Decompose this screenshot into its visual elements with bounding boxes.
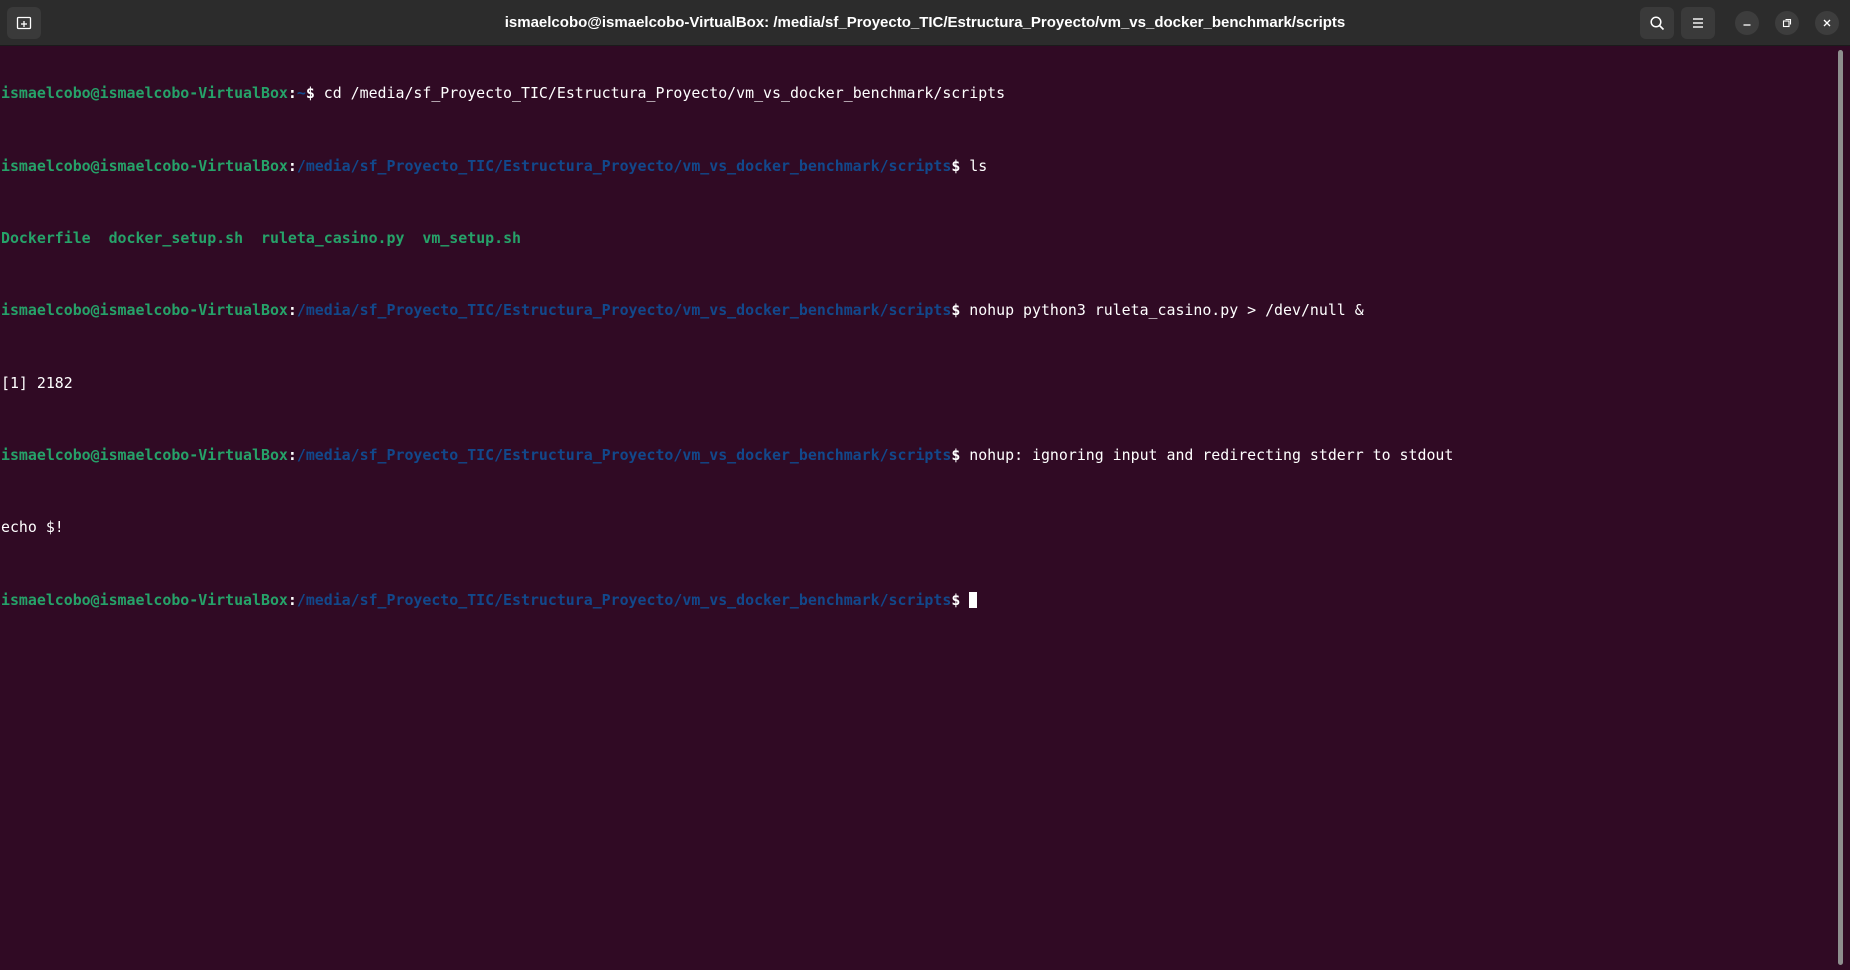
window-title: ismaelcobo@ismaelcobo-VirtualBox: /media… — [504, 14, 1346, 31]
minimize-icon — [1743, 24, 1751, 26]
prompt-colon: : — [287, 590, 297, 609]
prompt-dollar: $ — [951, 156, 961, 175]
command-text: ls — [960, 156, 988, 175]
terminal-line: ismaelcobo@ismaelcobo-VirtualBox:~$ cd /… — [1, 84, 1836, 102]
prompt-user-host: ismaelcobo@ismaelcobo-VirtualBox — [1, 301, 288, 320]
terminal-line-job-output: [1] 2182 — [1, 374, 1836, 392]
prompt-dollar: $ — [951, 590, 961, 609]
prompt-dollar: $ — [305, 84, 315, 103]
prompt-colon: : — [287, 301, 297, 320]
command-text: nohup python3 ruleta_casino.py > /dev/nu… — [960, 301, 1364, 320]
file-docker-setup: docker_setup.sh — [108, 228, 244, 247]
job-output: [1] 2182 — [1, 373, 73, 392]
maximize-button[interactable] — [1775, 11, 1799, 35]
terminal-line-ls-output: Dockerfile docker_setup.sh ruleta_casino… — [1, 229, 1836, 247]
terminal-line: ismaelcobo@ismaelcobo-VirtualBox:/media/… — [1, 301, 1836, 319]
terminal-output[interactable]: ismaelcobo@ismaelcobo-VirtualBox:~$ cd /… — [0, 48, 1836, 970]
new-tab-button[interactable] — [7, 7, 41, 39]
search-button[interactable] — [1640, 7, 1674, 39]
prompt-dollar: $ — [951, 301, 961, 320]
file-dockerfile: Dockerfile — [1, 228, 91, 247]
prompt-path: /media/sf_Proyecto_TIC/Estructura_Proyec… — [296, 156, 952, 175]
prompt-colon: : — [287, 84, 297, 103]
prompt-path: /media/sf_Proyecto_TIC/Estructura_Proyec… — [296, 446, 952, 465]
terminal-line: ismaelcobo@ismaelcobo-VirtualBox:/media/… — [1, 446, 1836, 464]
search-icon — [1650, 16, 1665, 31]
prompt-user-host: ismaelcobo@ismaelcobo-VirtualBox — [1, 156, 288, 175]
prompt-path: /media/sf_Proyecto_TIC/Estructura_Proyec… — [296, 301, 952, 320]
prompt-user-host: ismaelcobo@ismaelcobo-VirtualBox — [1, 84, 288, 103]
vertical-scrollbar[interactable] — [1838, 50, 1843, 965]
file-vm-setup: vm_setup.sh — [422, 228, 522, 247]
command-text: nohup: ignoring input and redirecting st… — [960, 446, 1454, 465]
restore-icon — [1782, 18, 1792, 28]
terminal-line: echo $! — [1, 518, 1836, 536]
prompt-dollar: $ — [951, 446, 961, 465]
terminal-window: ismaelcobo@ismaelcobo-VirtualBox: /media… — [0, 0, 1850, 970]
close-icon — [1823, 19, 1831, 27]
terminal-line: ismaelcobo@ismaelcobo-VirtualBox:/media/… — [1, 157, 1836, 175]
new-tab-icon — [16, 16, 32, 30]
prompt-colon: : — [287, 156, 297, 175]
hamburger-menu-icon — [1693, 18, 1703, 28]
prompt-user-host: ismaelcobo@ismaelcobo-VirtualBox — [1, 590, 288, 609]
title-bar[interactable]: ismaelcobo@ismaelcobo-VirtualBox: /media… — [0, 0, 1850, 46]
prompt-path: /media/sf_Proyecto_TIC/Estructura_Proyec… — [296, 590, 952, 609]
command-text: cd /media/sf_Proyecto_TIC/Estructura_Pro… — [314, 84, 1006, 103]
prompt-home: ~ — [296, 84, 306, 103]
terminal-line-current-prompt: ismaelcobo@ismaelcobo-VirtualBox:/media/… — [1, 591, 1836, 609]
text-cursor — [969, 591, 978, 608]
command-text: echo $! — [1, 518, 64, 537]
file-ruleta-casino: ruleta_casino.py — [261, 228, 405, 247]
menu-button[interactable] — [1681, 7, 1715, 39]
prompt-user-host: ismaelcobo@ismaelcobo-VirtualBox — [1, 446, 288, 465]
command-text — [960, 591, 969, 609]
minimize-button[interactable] — [1735, 11, 1759, 35]
prompt-colon: : — [287, 446, 297, 465]
close-button[interactable] — [1815, 11, 1839, 35]
